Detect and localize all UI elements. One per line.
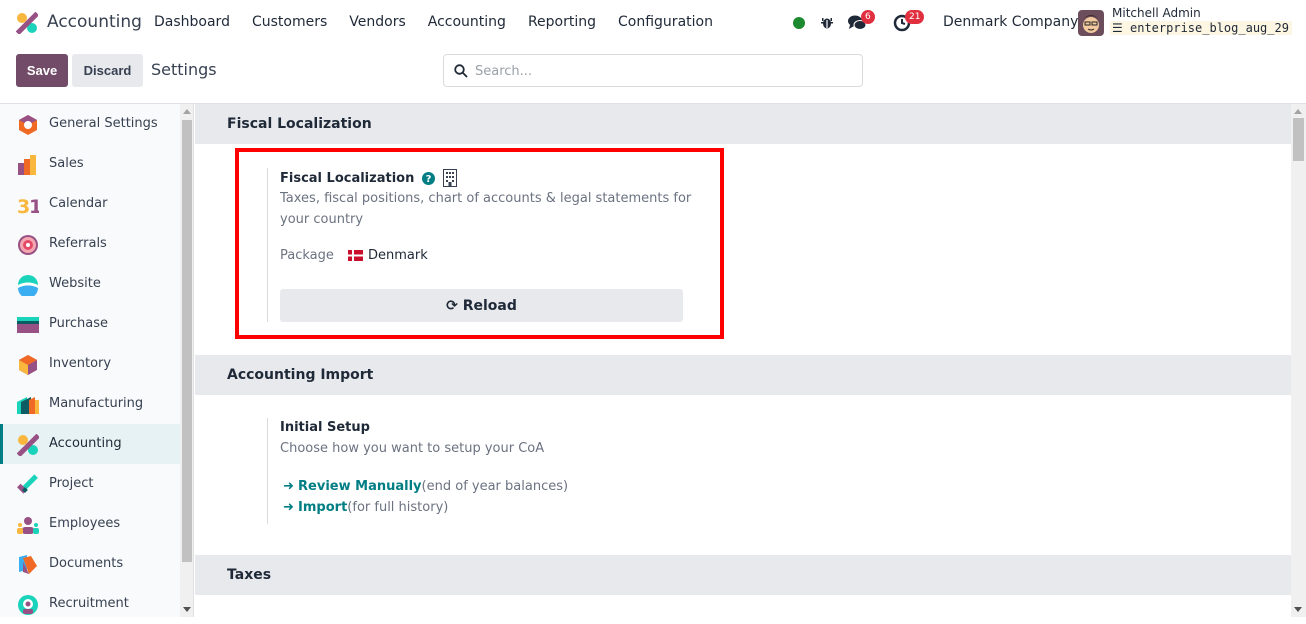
review-manually-link[interactable]: Review Manually <box>298 479 422 494</box>
messages-badge: 6 <box>861 10 875 24</box>
section-header-accounting-import: Accounting Import <box>195 355 1291 395</box>
import-row: ➜ Import(for full history) <box>280 497 700 518</box>
manufacturing-icon <box>17 397 39 414</box>
menu-customers[interactable]: Customers <box>252 14 327 30</box>
sidebar-item-accounting[interactable]: Accounting <box>0 424 180 464</box>
sidebar-item-manufacturing[interactable]: Manufacturing <box>0 384 180 424</box>
employees-icon <box>17 517 39 534</box>
user-avatar[interactable] <box>1078 10 1104 36</box>
accounting-app-icon[interactable] <box>16 12 38 34</box>
sidebar-item-employees[interactable]: Employees <box>0 504 180 544</box>
menu-reporting[interactable]: Reporting <box>528 14 596 30</box>
sidebar-scroll-thumb[interactable] <box>182 120 192 562</box>
company-switcher[interactable]: Denmark Company <box>943 14 1078 30</box>
menu-accounting[interactable]: Accounting <box>428 14 506 30</box>
recruitment-icon <box>18 595 38 615</box>
review-manually-note: (end of year balances) <box>421 479 569 494</box>
status-indicator[interactable] <box>793 17 805 29</box>
sidebar-item-documents[interactable]: Documents <box>0 544 180 584</box>
database-name: ☰ enterprise_blog_aug_29 <box>1110 21 1292 35</box>
accounting-icon <box>17 434 39 456</box>
import-link[interactable]: Import <box>298 500 347 515</box>
sidebar-item-sales[interactable]: Sales <box>0 144 180 184</box>
setting-description: Choose how you want to setup your CoA <box>280 441 545 456</box>
website-icon <box>18 275 38 296</box>
sidebar-item-project[interactable]: Project <box>0 464 180 504</box>
menu-vendors[interactable]: Vendors <box>349 14 405 30</box>
sidebar-item-label: Project <box>49 476 94 491</box>
sidebar-item-label: Referrals <box>49 236 107 251</box>
section-title: Fiscal Localization <box>227 116 372 132</box>
sidebar-item-inventory[interactable]: Inventory <box>0 344 180 384</box>
activities-badge: 21 <box>905 10 925 24</box>
sidebar-item-referrals[interactable]: Referrals <box>0 224 180 264</box>
sidebar-item-label: Employees <box>49 516 121 531</box>
section-title: Taxes <box>227 567 272 583</box>
main-scrollbar[interactable] <box>1291 104 1306 617</box>
sidebar-item-label: Calendar <box>49 196 108 211</box>
section-header-taxes: Taxes <box>195 555 1291 595</box>
menu-dashboard[interactable]: Dashboard <box>154 14 230 30</box>
scroll-up-arrow-icon[interactable] <box>1294 109 1302 114</box>
sidebar-item-purchase[interactable]: Purchase <box>0 304 180 344</box>
user-name[interactable]: Mitchell Admin <box>1112 6 1201 20</box>
sidebar-item-label: Recruitment <box>49 596 129 611</box>
section-header-fiscal-localization: Fiscal Localization <box>195 104 1291 144</box>
sidebar-item-website[interactable]: Website <box>0 264 180 304</box>
review-manually-row: ➜ Review Manually(end of year balances) <box>280 476 700 497</box>
highlight-annotation-box <box>235 148 724 339</box>
avatar-face-icon <box>1082 15 1100 33</box>
sidebar-item-label: General Settings <box>49 116 158 131</box>
project-icon <box>17 474 38 494</box>
sidebar-item-general-settings[interactable]: General Settings <box>0 104 180 144</box>
app-name[interactable]: Accounting <box>47 12 142 32</box>
main-menu: Dashboard Customers Vendors Accounting R… <box>154 14 735 30</box>
sidebar-item-label: Accounting <box>49 436 122 451</box>
scroll-down-arrow-icon[interactable] <box>183 607 191 612</box>
database-icon: ☰ <box>1112 21 1123 35</box>
setting-title: Initial Setup <box>280 420 370 435</box>
general-settings-icon <box>19 115 37 135</box>
arrow-right-icon: ➜ <box>283 500 294 515</box>
arrow-right-icon: ➜ <box>283 479 294 494</box>
sidebar-scrollbar[interactable] <box>180 104 194 617</box>
sales-icon <box>18 155 36 175</box>
search-icon <box>454 64 468 78</box>
save-button[interactable]: Save <box>16 54 68 87</box>
sidebar-item-calendar[interactable]: 31 Calendar <box>0 184 180 224</box>
sidebar-item-label: Documents <box>49 556 124 571</box>
bug-icon[interactable] <box>819 14 835 30</box>
documents-icon <box>19 555 37 574</box>
purchase-icon <box>17 317 39 333</box>
top-navbar: Accounting Dashboard Customers Vendors A… <box>0 0 1306 46</box>
scroll-up-arrow-icon[interactable] <box>183 109 191 114</box>
sidebar-item-label: Manufacturing <box>49 396 144 411</box>
referrals-icon <box>18 235 38 255</box>
search-input[interactable] <box>475 61 845 81</box>
main-scroll-thumb[interactable] <box>1293 118 1304 161</box>
svg-text:1: 1 <box>29 196 39 216</box>
settings-sidebar: General Settings Sales 31 Calendar Refer… <box>0 104 180 617</box>
database-label: enterprise_blog_aug_29 <box>1130 21 1289 35</box>
sidebar-item-label: Inventory <box>49 356 112 371</box>
search-box <box>443 54 863 87</box>
sidebar-item-label: Purchase <box>49 316 109 331</box>
inventory-icon <box>19 355 37 375</box>
calendar-icon: 31 <box>17 196 39 216</box>
import-note: (for full history) <box>347 500 449 515</box>
menu-configuration[interactable]: Configuration <box>618 14 713 30</box>
section-title: Accounting Import <box>227 367 374 383</box>
setting-initial-setup: Initial Setup Choose how you want to set… <box>267 418 568 524</box>
discard-button[interactable]: Discard <box>72 54 143 87</box>
sidebar-item-recruitment[interactable]: Recruitment <box>0 584 180 624</box>
page-title: Settings <box>151 60 217 79</box>
sidebar-item-label: Sales <box>49 156 84 171</box>
sidebar-item-label: Website <box>49 276 101 291</box>
scroll-down-arrow-icon[interactable] <box>1294 607 1302 612</box>
